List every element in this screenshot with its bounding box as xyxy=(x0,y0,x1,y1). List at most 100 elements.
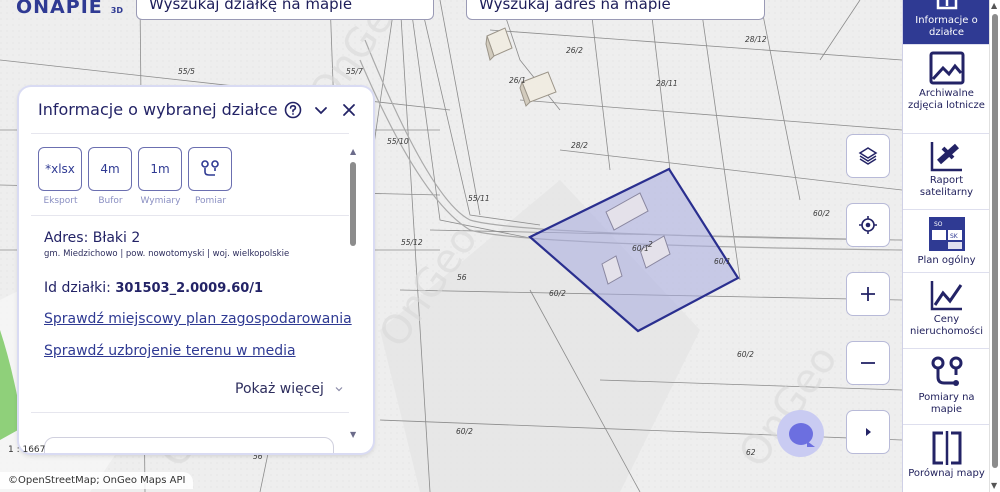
price-chart-icon xyxy=(903,279,990,311)
measure-tool[interactable]: Pomiar xyxy=(188,147,233,206)
divider xyxy=(31,412,349,413)
map-attribution[interactable]: ©OpenStreetMap; OnGeo Maps API xyxy=(0,472,194,489)
parcel-id-row: Id działki: 301503_2.0009.60/1 xyxy=(44,280,263,296)
dimensions-tool[interactable]: 1m Wymiary xyxy=(138,147,183,206)
logo-3d-badge: 3D xyxy=(110,6,123,15)
page-scrollbar-thumb[interactable] xyxy=(992,14,998,468)
dimensions-icon: 1m xyxy=(138,147,182,191)
app-logo[interactable]: ONAPIE 3D xyxy=(16,0,123,18)
parcel-label: 60/2 xyxy=(549,289,566,298)
page-scroll-down-arrow[interactable]: ▼ xyxy=(991,481,997,490)
measure-label: Pomiar xyxy=(194,196,227,206)
sidebar-item-measurements[interactable]: Pomiary na mapie xyxy=(903,349,990,425)
sidebar-item-label: Porównaj mapy xyxy=(908,468,985,479)
parcel-info-panel: Informacje o wybranej działce *xlsx Eksp… xyxy=(19,87,373,453)
route-measure-icon xyxy=(903,355,990,389)
parcel-id-value: 301503_2.0009.60/1 xyxy=(115,281,264,296)
buffer-icon: 4m xyxy=(88,147,132,191)
collapse-button[interactable] xyxy=(310,99,332,121)
close-icon xyxy=(343,104,355,116)
parcel-label: 60/2 xyxy=(737,350,754,359)
parcel-label: 26/2 xyxy=(566,46,583,55)
minus-icon xyxy=(861,362,875,364)
buffer-label: Bufor xyxy=(98,196,123,206)
sidebar-item-compare-maps[interactable]: Porównaj mapy xyxy=(903,425,990,492)
dimensions-label: Wymiary xyxy=(140,196,181,206)
export-xlsx-icon: *xlsx xyxy=(38,147,82,191)
measure-route-icon xyxy=(188,147,232,191)
buffer-tool[interactable]: 4m Bufor xyxy=(88,147,133,206)
parcel-label: 60/1 xyxy=(632,244,649,253)
close-button[interactable] xyxy=(338,99,360,121)
parcel-search-input[interactable]: Wyszukaj działkę na mapie xyxy=(136,0,434,20)
parcel-label: 62 xyxy=(746,448,756,457)
compare-icon xyxy=(903,431,990,465)
utilities-link[interactable]: Sprawdź uzbrojenie terenu w media xyxy=(44,343,296,359)
address-search-placeholder: Wyszukaj adres na mapie xyxy=(479,0,671,13)
locate-button[interactable] xyxy=(846,203,890,247)
locate-icon xyxy=(859,216,877,234)
export-label: Eksport xyxy=(43,196,78,206)
play-arrow-icon xyxy=(866,428,871,436)
address-search-input[interactable]: Wyszukaj adres na mapie xyxy=(466,0,765,20)
sidebar-item-satellite-report[interactable]: Raport satelitarny xyxy=(903,134,990,210)
parcel-label: 55/7 xyxy=(346,67,363,76)
parcel-label: 55/12 xyxy=(401,238,423,247)
chevron-down-icon xyxy=(315,107,327,115)
help-button[interactable] xyxy=(282,99,304,121)
chevron-down-icon xyxy=(335,387,343,392)
parcel-id-label: Id działki: xyxy=(44,280,111,296)
zoom-in-button[interactable] xyxy=(846,272,890,316)
parcel-label: 60/2 xyxy=(813,209,830,218)
parcel-label: 55/5 xyxy=(178,67,195,76)
parcel-label: 26/1 xyxy=(509,76,526,85)
parcel-label: 28/11 xyxy=(656,79,678,88)
parcel-label: 28/2 xyxy=(571,141,588,150)
sidebar-item-label: Ceny nieruchomości xyxy=(909,314,984,337)
chat-button[interactable] xyxy=(777,410,824,457)
logo-text: NAPIE xyxy=(33,0,103,18)
right-sidebar: Informacje o działce Archiwalne zdjęcia … xyxy=(902,0,990,492)
sidebar-item-label: Informacje o działce xyxy=(915,15,978,38)
map-scale: 1 : 1667 xyxy=(8,445,46,455)
parcel-label: 55/10 xyxy=(387,137,409,146)
help-icon xyxy=(284,101,302,119)
panel-title: Informacje o wybranej działce xyxy=(38,100,278,119)
sidebar-item-aerial-photos[interactable]: Archiwalne zdjęcia lotnicze xyxy=(903,45,990,134)
logo-prefix: O xyxy=(16,0,34,18)
panel-next-section xyxy=(44,437,334,453)
sidebar-item-general-plan[interactable]: SO SK Plan ogólny xyxy=(903,210,990,273)
sidebar-item-parcel-info[interactable]: Informacje o działce xyxy=(903,0,990,45)
svg-text:SO: SO xyxy=(934,221,943,228)
sidebar-item-label: Plan ogólny xyxy=(917,255,976,266)
sidebar-item-label: Raport satelitarny xyxy=(919,175,974,198)
parcel-label: 55/11 xyxy=(468,194,490,203)
sidebar-item-label: Pomiary na mapie xyxy=(918,392,975,415)
page-scroll-up-arrow[interactable]: ▲ xyxy=(991,1,997,10)
divider xyxy=(31,215,349,216)
logo-wordmark: ONAPIE xyxy=(16,0,103,18)
zoning-plan-link[interactable]: Sprawdź miejscowy plan zagospodarowania xyxy=(44,311,352,327)
export-tool[interactable]: *xlsx Eksport xyxy=(38,147,83,206)
show-more-label: Pokaż więcej xyxy=(235,381,324,397)
plus-icon xyxy=(861,287,875,301)
chat-bubble-icon xyxy=(788,422,815,447)
scroll-up-arrow[interactable]: ▲ xyxy=(350,147,356,156)
sidebar-item-property-prices[interactable]: Ceny nieruchomości xyxy=(903,273,990,349)
parcel-address: Adres: Błaki 2 xyxy=(44,230,141,246)
scroll-down-arrow[interactable]: ▼ xyxy=(350,430,356,439)
plan-map-icon: SO SK xyxy=(903,216,990,252)
parcel-label: 28/12 xyxy=(745,35,767,44)
zoom-out-button[interactable] xyxy=(846,341,890,385)
layers-button[interactable] xyxy=(846,134,890,178)
expand-controls-button[interactable] xyxy=(846,410,890,454)
parcel-label: 2 xyxy=(648,240,653,249)
page-scrollbar[interactable]: ▲ ▼ xyxy=(989,0,1000,492)
parcel-label: 60/2 xyxy=(456,427,473,436)
show-more-button[interactable]: Pokaż więcej xyxy=(235,381,344,397)
panel-scrollbar-thumb[interactable] xyxy=(350,162,356,246)
svg-text:SK: SK xyxy=(950,233,959,240)
satellite-icon xyxy=(903,140,990,172)
parcel-search-placeholder: Wyszukaj działkę na mapie xyxy=(149,0,353,13)
parcel-admin-units: gm. Miedzichowo | pow. nowotomyski | woj… xyxy=(44,249,290,259)
